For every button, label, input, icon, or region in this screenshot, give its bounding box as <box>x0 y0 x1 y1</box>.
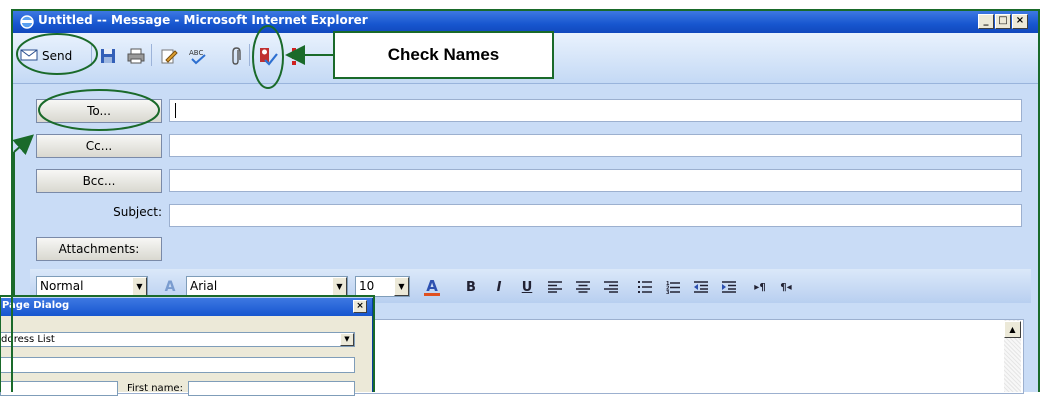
save-icon[interactable] <box>96 42 120 70</box>
font-color-swatch <box>424 292 440 296</box>
close-button[interactable]: × <box>1012 14 1028 29</box>
dialog-title: Page Dialog <box>2 300 70 311</box>
decrease-indent-icon[interactable] <box>690 278 712 296</box>
send-label: Send <box>42 49 73 63</box>
maximize-button[interactable]: □ <box>995 14 1011 29</box>
cc-button[interactable]: Cc... <box>36 134 162 158</box>
chevron-down-icon[interactable]: ▼ <box>340 333 354 346</box>
chevron-down-icon[interactable]: ▼ <box>332 277 347 296</box>
attach-icon[interactable] <box>226 42 248 70</box>
edit-icon[interactable] <box>157 42 181 70</box>
font-select[interactable]: Arial <box>186 276 348 297</box>
address-list-select[interactable]: ddress List <box>0 332 355 347</box>
bullet-list-icon[interactable] <box>634 278 656 296</box>
svg-text:ABC: ABC <box>189 49 203 57</box>
last-name-field[interactable] <box>0 381 118 396</box>
priority-icon[interactable] <box>284 42 304 70</box>
toolbar-separator <box>249 44 250 66</box>
dialog-close-button[interactable]: × <box>353 300 367 313</box>
subject-label: Subject: <box>113 205 162 219</box>
scroll-up-icon[interactable]: ▲ <box>1004 321 1021 338</box>
bcc-field[interactable] <box>169 169 1022 192</box>
ie-icon <box>19 14 35 30</box>
font-color-button[interactable]: A <box>420 278 444 296</box>
first-name-field[interactable] <box>188 381 355 396</box>
spellcheck-icon[interactable]: ABC <box>186 42 210 70</box>
increase-indent-icon[interactable] <box>718 278 740 296</box>
window-title: Untitled -- Message - Microsoft Internet… <box>38 13 368 27</box>
toolbar-separator <box>91 44 92 66</box>
font-color-label: A <box>426 276 438 295</box>
search-input[interactable] <box>0 357 355 373</box>
to-button[interactable]: To... <box>36 99 162 123</box>
italic-button[interactable]: I <box>488 278 510 296</box>
attachments-button[interactable]: Attachments: <box>36 237 162 261</box>
chevron-down-icon[interactable]: ▼ <box>394 277 409 296</box>
bcc-button[interactable]: Bcc... <box>36 169 162 193</box>
to-field[interactable] <box>169 99 1022 122</box>
toolbar-separator <box>151 44 152 66</box>
bold-button[interactable]: B <box>460 278 482 296</box>
chevron-down-icon[interactable]: ▼ <box>132 277 147 296</box>
ltr-paragraph-icon[interactable]: ▸¶ <box>750 278 770 296</box>
rtl-paragraph-icon[interactable]: ¶◂ <box>776 278 796 296</box>
numbered-list-icon[interactable]: 123 <box>662 278 684 296</box>
check-names-callout: Check Names <box>333 31 554 79</box>
minimize-button[interactable]: _ <box>978 14 994 29</box>
cc-field[interactable] <box>169 134 1022 157</box>
text-cursor <box>175 103 176 118</box>
font-size-glyph-icon: A <box>164 279 176 295</box>
align-left-icon[interactable] <box>544 278 566 296</box>
print-icon[interactable] <box>124 42 148 70</box>
subject-field[interactable] <box>169 204 1022 227</box>
check-names-icon[interactable] <box>255 42 281 70</box>
first-name-label: First name: <box>127 383 183 394</box>
underline-button[interactable]: U <box>516 278 538 296</box>
align-center-icon[interactable] <box>572 278 594 296</box>
send-button[interactable]: Send <box>20 42 90 70</box>
send-icon <box>20 48 38 65</box>
align-right-icon[interactable] <box>600 278 622 296</box>
svg-text:3: 3 <box>666 290 670 294</box>
